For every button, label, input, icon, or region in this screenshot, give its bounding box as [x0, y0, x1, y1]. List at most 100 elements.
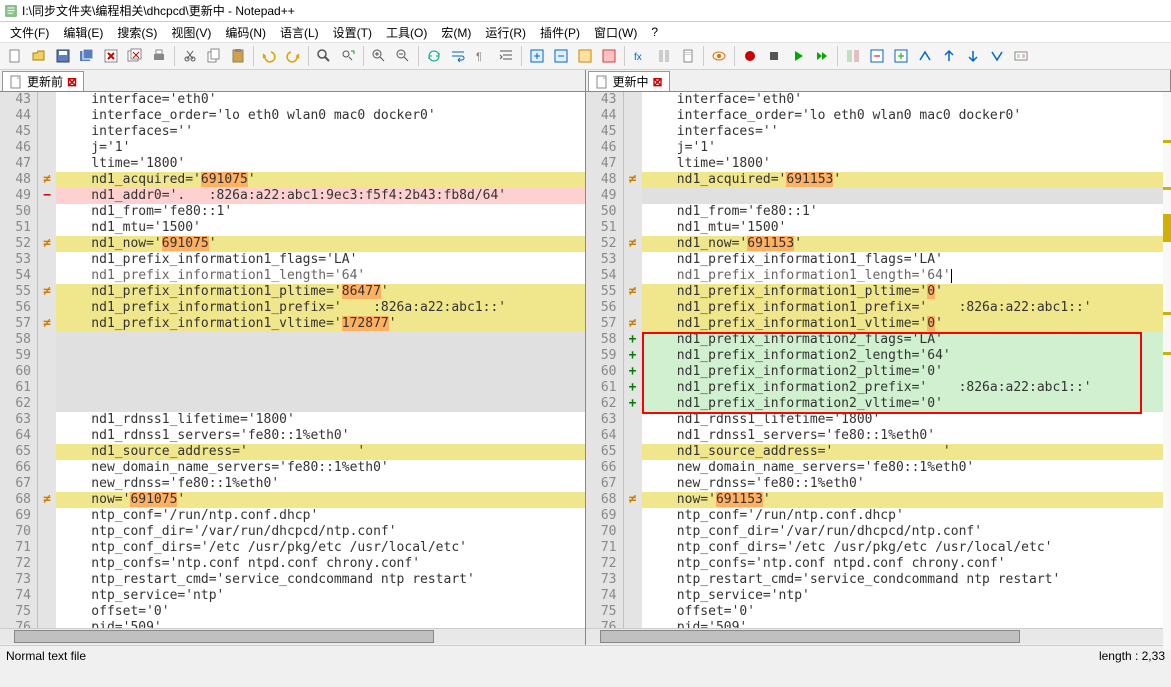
- code-line[interactable]: 70 ntp_conf_dir='/var/run/dhcpcd/ntp.con…: [586, 524, 1171, 540]
- code-line[interactable]: 49− nd1_addr0='. :826a:a22:abc1:9ec3:f5f…: [0, 188, 585, 204]
- code-line[interactable]: 64 nd1_rdnss1_servers='fe80::1%eth0': [0, 428, 585, 444]
- code-line[interactable]: 73 ntp_restart_cmd='service_condcommand …: [586, 572, 1171, 588]
- toolbar-new-icon[interactable]: [4, 45, 26, 67]
- code-line[interactable]: 53 nd1_prefix_information1_flags='LA': [586, 252, 1171, 268]
- left-editor[interactable]: 43 interface='eth0'44 interface_order='l…: [0, 92, 585, 628]
- code-line[interactable]: 56 nd1_prefix_information1_prefix=' :826…: [0, 300, 585, 316]
- code-line[interactable]: 51 nd1_mtu='1500': [586, 220, 1171, 236]
- code-line[interactable]: 73 ntp_restart_cmd='service_condcommand …: [0, 572, 585, 588]
- toolbar-open-icon[interactable]: [28, 45, 50, 67]
- code-line[interactable]: 69 ntp_conf='/run/ntp.conf.dhcp': [0, 508, 585, 524]
- toolbar-copy-icon[interactable]: [203, 45, 225, 67]
- menu-window[interactable]: 窗口(W): [588, 22, 643, 43]
- overview-ruler[interactable]: [1163, 92, 1171, 650]
- toolbar-rec-icon[interactable]: [739, 45, 761, 67]
- toolbar-cmp7-icon[interactable]: [986, 45, 1008, 67]
- toolbar-cut-icon[interactable]: [179, 45, 201, 67]
- close-icon[interactable]: ⊠: [653, 75, 663, 89]
- tab-right[interactable]: 更新中 ⊠: [588, 71, 670, 91]
- code-line[interactable]: 71 ntp_conf_dirs='/etc /usr/pkg/etc /usr…: [586, 540, 1171, 556]
- toolbar-map-icon[interactable]: [653, 45, 675, 67]
- toolbar-find-icon[interactable]: [313, 45, 335, 67]
- toolbar-sync-icon[interactable]: [423, 45, 445, 67]
- menu-search[interactable]: 搜索(S): [111, 22, 163, 43]
- code-line[interactable]: 72 ntp_confs='ntp.conf ntpd.conf chrony.…: [586, 556, 1171, 572]
- right-editor[interactable]: 43 interface='eth0'44 interface_order='l…: [586, 92, 1171, 628]
- menu-language[interactable]: 语言(L): [274, 22, 325, 43]
- code-line[interactable]: 48≠ nd1_acquired='691075': [0, 172, 585, 188]
- toolbar-sp1-icon[interactable]: [574, 45, 596, 67]
- code-line[interactable]: 52≠ nd1_now='691153': [586, 236, 1171, 252]
- code-line[interactable]: 65 nd1_source_address=' ': [0, 444, 585, 460]
- menu-tools[interactable]: 工具(O): [380, 22, 433, 43]
- code-line[interactable]: 56 nd1_prefix_information1_prefix=' :826…: [586, 300, 1171, 316]
- toolbar-wrap-icon[interactable]: [447, 45, 469, 67]
- code-line[interactable]: 52≠ nd1_now='691075': [0, 236, 585, 252]
- toolbar-save-icon[interactable]: [52, 45, 74, 67]
- toolbar-redo-icon[interactable]: [282, 45, 304, 67]
- toolbar-cmp8-icon[interactable]: [1010, 45, 1032, 67]
- code-line[interactable]: 49: [586, 188, 1171, 204]
- code-line[interactable]: 43 interface='eth0': [586, 92, 1171, 108]
- code-line[interactable]: 59+ nd1_prefix_information2_length='64': [586, 348, 1171, 364]
- toolbar-zoomin-icon[interactable]: [368, 45, 390, 67]
- toolbar-cmp1-icon[interactable]: [842, 45, 864, 67]
- code-line[interactable]: 45 interfaces='': [0, 124, 585, 140]
- code-line[interactable]: 66 new_domain_name_servers='fe80::1%eth0…: [0, 460, 585, 476]
- code-line[interactable]: 69 ntp_conf='/run/ntp.conf.dhcp': [586, 508, 1171, 524]
- toolbar-cmp4-icon[interactable]: [914, 45, 936, 67]
- code-line[interactable]: 44 interface_order='lo eth0 wlan0 mac0 d…: [0, 108, 585, 124]
- code-line[interactable]: 46 j='1': [0, 140, 585, 156]
- code-line[interactable]: 68≠ now='691153': [586, 492, 1171, 508]
- code-line[interactable]: 48≠ nd1_acquired='691153': [586, 172, 1171, 188]
- toolbar-docmap-icon[interactable]: [677, 45, 699, 67]
- toolbar-zoomout-icon[interactable]: [392, 45, 414, 67]
- code-line[interactable]: 66 new_domain_name_servers='fe80::1%eth0…: [586, 460, 1171, 476]
- toolbar-cmp6-icon[interactable]: [962, 45, 984, 67]
- code-line[interactable]: 63 nd1_rdnss1_lifetime='1800': [0, 412, 585, 428]
- code-line[interactable]: 47 ltime='1800': [0, 156, 585, 172]
- toolbar-paste-icon[interactable]: [227, 45, 249, 67]
- code-line[interactable]: 67 new_rdnss='fe80::1%eth0': [586, 476, 1171, 492]
- code-line[interactable]: 61: [0, 380, 585, 396]
- toolbar-replace-icon[interactable]: [337, 45, 359, 67]
- code-line[interactable]: 55≠ nd1_prefix_information1_pltime='0': [586, 284, 1171, 300]
- close-icon[interactable]: ⊠: [67, 75, 77, 89]
- toolbar-func-icon[interactable]: fx: [629, 45, 651, 67]
- code-line[interactable]: 63 nd1_rdnss1_lifetime='1800': [586, 412, 1171, 428]
- code-line[interactable]: 58: [0, 332, 585, 348]
- toolbar-indent-icon[interactable]: [495, 45, 517, 67]
- menu-plugins[interactable]: 插件(P): [534, 22, 586, 43]
- toolbar-cmp5-icon[interactable]: [938, 45, 960, 67]
- code-line[interactable]: 60+ nd1_prefix_information2_pltime='0': [586, 364, 1171, 380]
- code-line[interactable]: 55≠ nd1_prefix_information1_pltime='8647…: [0, 284, 585, 300]
- toolbar-print-icon[interactable]: [148, 45, 170, 67]
- toolbar-fastplay-icon[interactable]: [811, 45, 833, 67]
- toolbar-eye-icon[interactable]: [708, 45, 730, 67]
- menu-help[interactable]: ?: [645, 23, 664, 41]
- code-line[interactable]: 71 ntp_conf_dirs='/etc /usr/pkg/etc /usr…: [0, 540, 585, 556]
- code-line[interactable]: 51 nd1_mtu='1500': [0, 220, 585, 236]
- toolbar-sp2-icon[interactable]: [598, 45, 620, 67]
- code-line[interactable]: 50 nd1_from='fe80::1': [586, 204, 1171, 220]
- toolbar-saveall-icon[interactable]: [76, 45, 98, 67]
- menu-bar[interactable]: 文件(F) 编辑(E) 搜索(S) 视图(V) 编码(N) 语言(L) 设置(T…: [0, 22, 1171, 42]
- code-line[interactable]: 62+ nd1_prefix_information2_vltime='0': [586, 396, 1171, 412]
- toolbar-allchars-icon[interactable]: ¶: [471, 45, 493, 67]
- menu-encoding[interactable]: 编码(N): [219, 22, 272, 43]
- code-line[interactable]: 76 pid='509': [586, 620, 1171, 628]
- toolbar-closeall-icon[interactable]: [124, 45, 146, 67]
- code-line[interactable]: 74 ntp_service='ntp': [0, 588, 585, 604]
- code-line[interactable]: 59: [0, 348, 585, 364]
- code-line[interactable]: 44 interface_order='lo eth0 wlan0 mac0 d…: [586, 108, 1171, 124]
- code-line[interactable]: 45 interfaces='': [586, 124, 1171, 140]
- code-line[interactable]: 54 nd1_prefix_information1_length='64': [586, 268, 1171, 284]
- toolbar-cmp2-icon[interactable]: [866, 45, 888, 67]
- code-line[interactable]: 57≠ nd1_prefix_information1_vltime='0': [586, 316, 1171, 332]
- code-line[interactable]: 50 nd1_from='fe80::1': [0, 204, 585, 220]
- code-line[interactable]: 72 ntp_confs='ntp.conf ntpd.conf chrony.…: [0, 556, 585, 572]
- code-line[interactable]: 70 ntp_conf_dir='/var/run/dhcpcd/ntp.con…: [0, 524, 585, 540]
- code-line[interactable]: 67 new_rdnss='fe80::1%eth0': [0, 476, 585, 492]
- code-line[interactable]: 64 nd1_rdnss1_servers='fe80::1%eth0': [586, 428, 1171, 444]
- menu-macro[interactable]: 宏(M): [435, 22, 477, 43]
